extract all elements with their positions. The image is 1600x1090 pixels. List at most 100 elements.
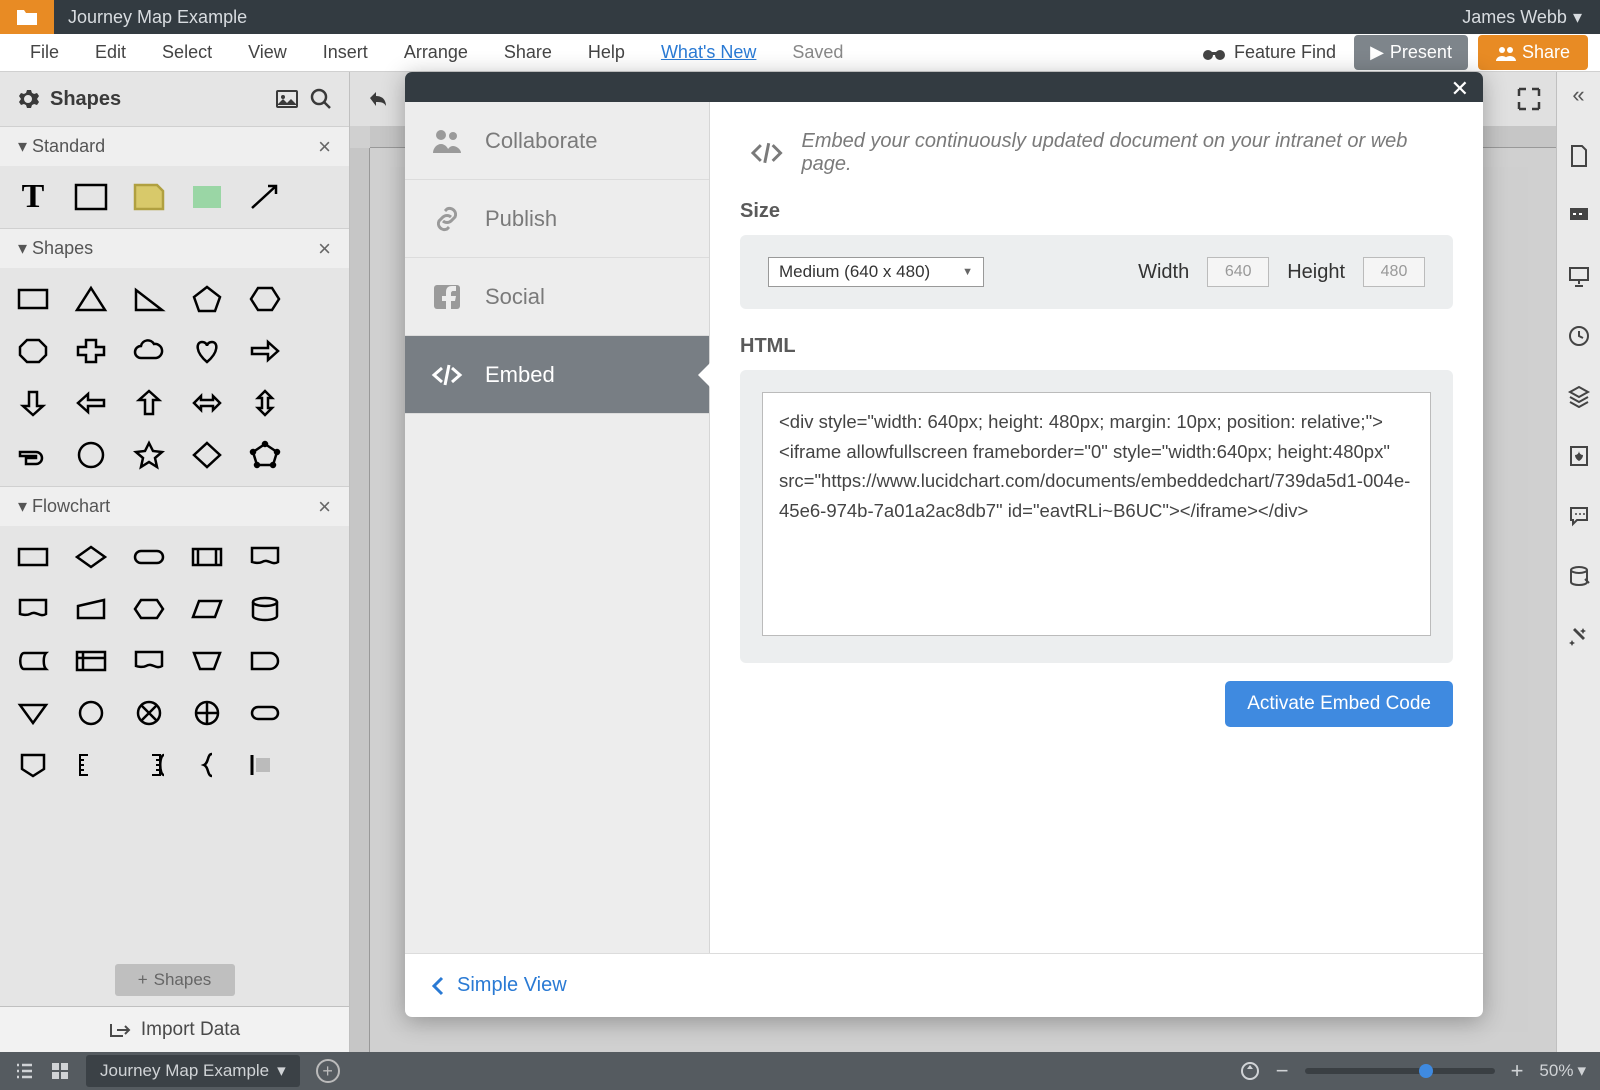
magic-icon[interactable] — [1567, 624, 1591, 648]
import-data-button[interactable]: Import Data — [0, 1006, 349, 1052]
menu-whats-new[interactable]: What's New — [643, 42, 774, 63]
present-button[interactable]: ▶Present — [1354, 35, 1468, 70]
stored-data-shape[interactable] — [14, 642, 52, 680]
size-select[interactable]: Medium (640 x 480) — [768, 257, 984, 287]
polygon-shape[interactable] — [246, 436, 284, 474]
activate-embed-button[interactable]: Activate Embed Code — [1225, 681, 1453, 727]
delay-shape[interactable] — [246, 642, 284, 680]
star-shape[interactable] — [130, 436, 168, 474]
fullscreen-icon[interactable] — [1516, 86, 1542, 112]
menu-help[interactable]: Help — [570, 42, 643, 63]
cross-shape[interactable] — [72, 332, 110, 370]
down-arrow-shape[interactable] — [14, 384, 52, 422]
double-v-arrow-shape[interactable] — [246, 384, 284, 422]
or-shape[interactable] — [188, 694, 226, 732]
multidoc-shape[interactable] — [14, 590, 52, 628]
zoom-out[interactable]: − — [1276, 1058, 1289, 1084]
nav-publish[interactable]: Publish — [405, 180, 709, 258]
right-triangle-shape[interactable] — [130, 280, 168, 318]
menu-view[interactable]: View — [230, 42, 305, 63]
manual-op-shape[interactable] — [188, 642, 226, 680]
grid-icon[interactable] — [50, 1061, 70, 1081]
height-input[interactable] — [1363, 257, 1425, 287]
chat-icon[interactable] — [1567, 504, 1591, 528]
pentagon-shape[interactable] — [188, 280, 226, 318]
menu-arrange[interactable]: Arrange — [386, 42, 486, 63]
predefined-shape[interactable] — [188, 538, 226, 576]
theme-icon[interactable] — [1567, 444, 1591, 468]
internal-storage-shape[interactable] — [72, 642, 110, 680]
close-icon[interactable]: ✕ — [1451, 76, 1469, 102]
panel-shapes[interactable]: ▾ Shapes × — [0, 228, 349, 268]
text-shape[interactable]: T — [14, 178, 52, 216]
octagon-shape[interactable] — [14, 332, 52, 370]
add-shapes-button[interactable]: +Shapes — [115, 964, 235, 996]
card-shape[interactable] — [246, 746, 284, 784]
add-page-button[interactable]: + — [316, 1059, 340, 1083]
page-tab[interactable]: Journey Map Example▾ — [86, 1055, 300, 1087]
block-shape[interactable] — [188, 178, 226, 216]
database-shape[interactable] — [246, 590, 284, 628]
terminator-shape[interactable] — [130, 538, 168, 576]
undo-icon[interactable] — [364, 86, 390, 112]
width-input[interactable] — [1207, 257, 1269, 287]
layers-icon[interactable] — [1567, 384, 1591, 408]
rect-shape[interactable] — [14, 280, 52, 318]
off-page-shape[interactable] — [14, 746, 52, 784]
double-h-arrow-shape[interactable] — [188, 384, 226, 422]
menu-select[interactable]: Select — [144, 42, 230, 63]
up-arrow-shape[interactable] — [130, 384, 168, 422]
search-icon[interactable] — [309, 87, 333, 111]
panel-flowchart[interactable]: ▾ Flowchart × — [0, 486, 349, 526]
zoom-in[interactable]: + — [1511, 1058, 1524, 1084]
cloud-shape[interactable] — [130, 332, 168, 370]
menu-file[interactable]: File — [12, 42, 77, 63]
merge-shape[interactable] — [14, 694, 52, 732]
history-icon[interactable] — [1567, 324, 1591, 348]
menu-edit[interactable]: Edit — [77, 42, 144, 63]
brace-shape[interactable] — [188, 746, 226, 784]
close-icon[interactable]: × — [318, 134, 331, 160]
share-button[interactable]: Share — [1478, 35, 1588, 70]
rect-shape[interactable] — [72, 178, 110, 216]
triangle-shape[interactable] — [72, 280, 110, 318]
page-icon[interactable] — [1567, 144, 1591, 168]
data-icon[interactable] — [1567, 564, 1591, 588]
note-shape[interactable] — [130, 178, 168, 216]
folder-icon[interactable] — [0, 0, 54, 34]
diamond-shape[interactable] — [188, 436, 226, 474]
zoom-slider[interactable] — [1305, 1068, 1495, 1074]
simple-view-link[interactable]: Simple View — [431, 974, 567, 997]
document-title[interactable]: Journey Map Example — [68, 7, 247, 28]
target-icon[interactable] — [1240, 1061, 1260, 1081]
note-shape[interactable] — [72, 746, 110, 784]
process-shape[interactable] — [14, 538, 52, 576]
connector-shape[interactable] — [72, 694, 110, 732]
circle-shape[interactable] — [72, 436, 110, 474]
heart-shape[interactable] — [188, 332, 226, 370]
presentation-icon[interactable] — [1567, 264, 1591, 288]
list-icon[interactable] — [14, 1061, 34, 1081]
display-shape[interactable] — [130, 642, 168, 680]
hexagon-shape[interactable] — [246, 280, 284, 318]
manual-input-shape[interactable] — [72, 590, 110, 628]
nav-social[interactable]: Social — [405, 258, 709, 336]
decision-shape[interactable] — [72, 538, 110, 576]
close-icon[interactable]: × — [318, 494, 331, 520]
nav-collaborate[interactable]: Collaborate — [405, 102, 709, 180]
panel-standard[interactable]: ▾ Standard × — [0, 126, 349, 166]
zoom-level[interactable]: 50%▾ — [1539, 1061, 1586, 1081]
document-shape[interactable] — [246, 538, 284, 576]
collapse-icon[interactable]: « — [1572, 82, 1584, 108]
bent-arrow-shape[interactable] — [14, 436, 52, 474]
menu-insert[interactable]: Insert — [305, 42, 386, 63]
collate-shape[interactable] — [246, 694, 284, 732]
data-shape[interactable] — [188, 590, 226, 628]
preparation-shape[interactable] — [130, 590, 168, 628]
nav-embed[interactable]: Embed — [405, 336, 709, 414]
menu-share[interactable]: Share — [486, 42, 570, 63]
embed-code-textarea[interactable] — [762, 392, 1431, 636]
close-icon[interactable]: × — [318, 236, 331, 262]
gear-icon[interactable] — [16, 87, 40, 111]
comment-icon[interactable] — [1567, 204, 1591, 228]
